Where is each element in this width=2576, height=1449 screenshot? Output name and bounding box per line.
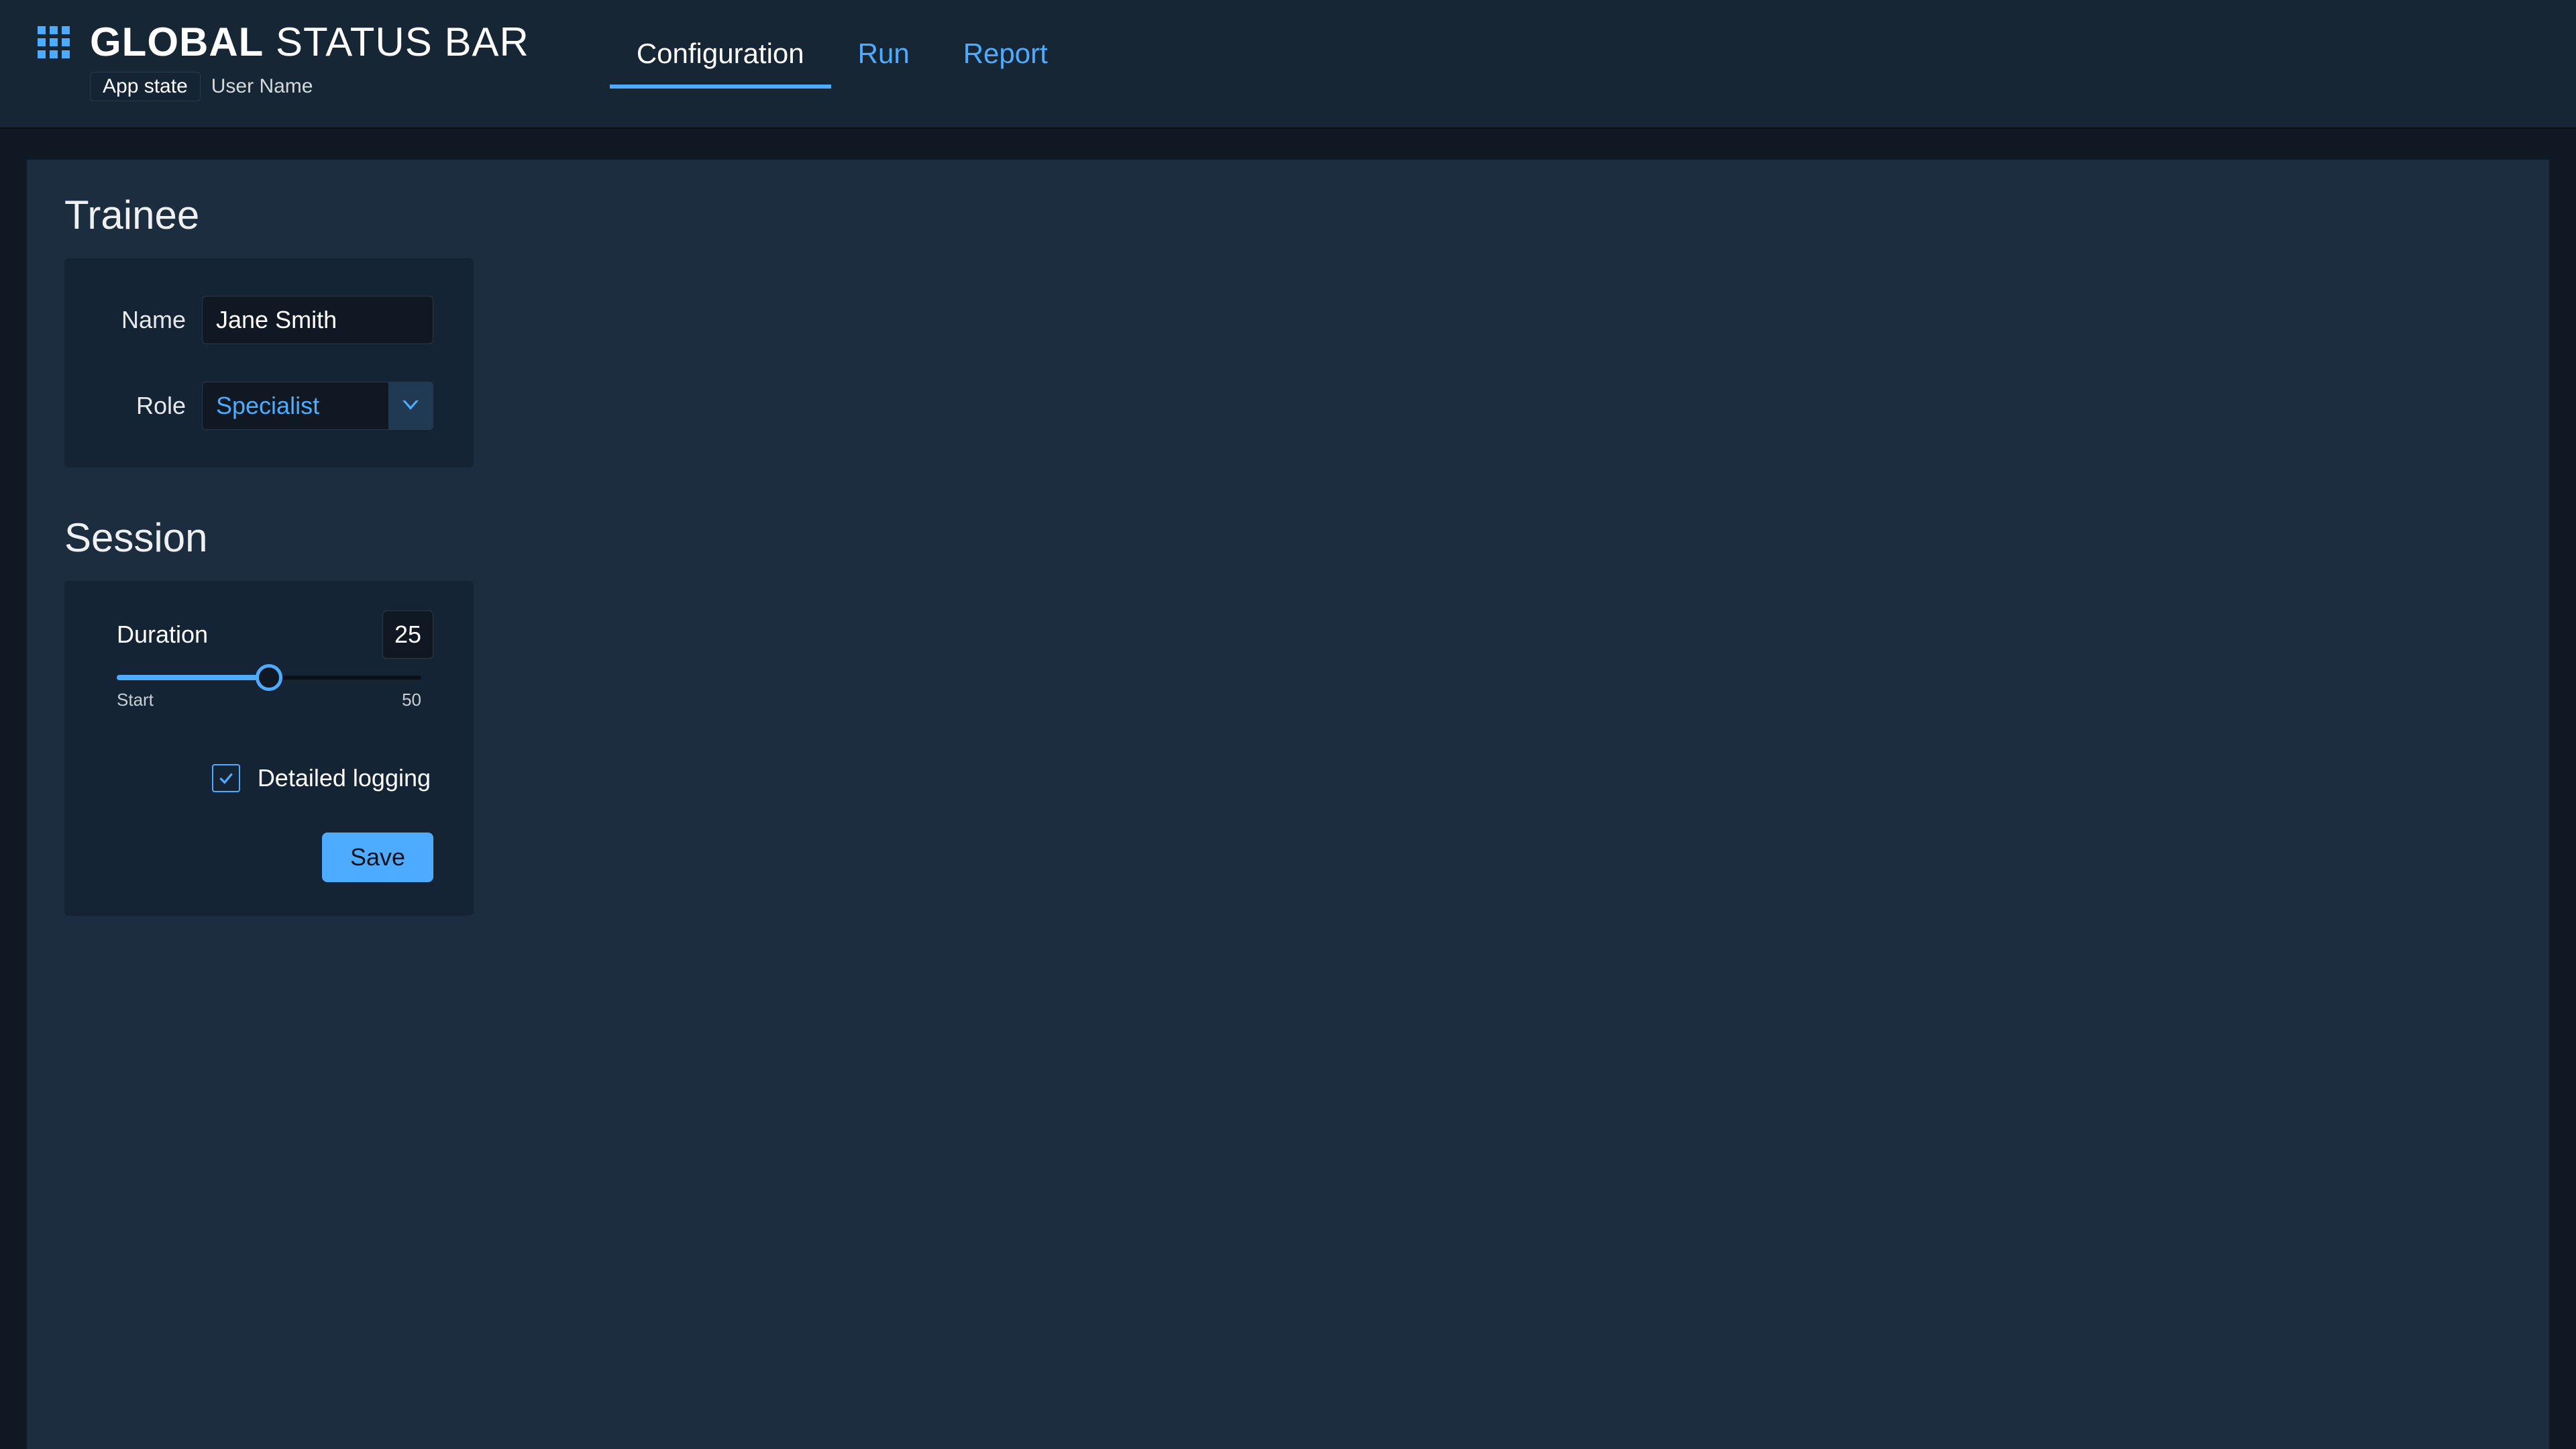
tab-report[interactable]: Report: [936, 28, 1075, 107]
logging-label: Detailed logging: [258, 764, 431, 792]
slider-fill: [117, 675, 269, 680]
duration-block: Duration 25 Start 50: [105, 610, 433, 710]
trainee-name-input[interactable]: [202, 296, 433, 344]
save-button[interactable]: Save: [322, 833, 433, 882]
duration-slider[interactable]: [117, 671, 421, 684]
slider-min-label: Start: [117, 690, 154, 710]
tab-configuration[interactable]: Configuration: [610, 28, 831, 107]
duration-label: Duration: [117, 621, 208, 649]
tab-run[interactable]: Run: [831, 28, 936, 107]
slider-axis: Start 50: [117, 690, 421, 710]
trainee-role-row: Role Specialist: [105, 382, 433, 430]
trainee-card: Name Role Specialist: [64, 258, 474, 468]
trainee-name-label: Name: [105, 306, 202, 334]
global-status-bar: GLOBAL STATUS BAR App state User Name Co…: [0, 0, 2576, 129]
apps-grid-icon[interactable]: [38, 26, 70, 58]
chevron-down-icon: [402, 400, 419, 411]
trainee-role-label: Role: [105, 392, 202, 420]
check-icon: [217, 769, 235, 787]
duration-top: Duration 25: [117, 610, 433, 659]
gsb-branding: GLOBAL STATUS BAR App state User Name: [38, 0, 529, 101]
main-panel: Trainee Name Role Specialist Session Dur…: [27, 160, 2549, 1449]
save-row: Save: [105, 833, 433, 882]
trainee-role-dropdown-button[interactable]: [388, 382, 433, 429]
session-card: Duration 25 Start 50 Detailed logging Sa…: [64, 581, 474, 916]
trainee-name-row: Name: [105, 296, 433, 344]
trainee-role-value: Specialist: [203, 382, 388, 429]
user-name-label: User Name: [211, 75, 313, 98]
session-heading: Session: [64, 515, 2512, 561]
trainee-role-select[interactable]: Specialist: [202, 382, 433, 430]
gsb-subrow: App state User Name: [90, 72, 529, 101]
app-state-badge: App state: [90, 72, 201, 101]
app-title: GLOBAL STATUS BAR: [90, 19, 529, 65]
logging-row: Detailed logging: [105, 764, 433, 792]
trainee-heading: Trainee: [64, 192, 2512, 238]
slider-thumb[interactable]: [256, 664, 282, 691]
app-title-light: STATUS BAR: [276, 19, 529, 64]
nav-tabs: Configuration Run Report: [610, 0, 1075, 127]
duration-value[interactable]: 25: [382, 610, 433, 659]
app-title-bold: GLOBAL: [90, 19, 264, 64]
gsb-title-row: GLOBAL STATUS BAR: [38, 0, 529, 65]
logging-checkbox[interactable]: [212, 764, 240, 792]
slider-max-label: 50: [402, 690, 421, 710]
